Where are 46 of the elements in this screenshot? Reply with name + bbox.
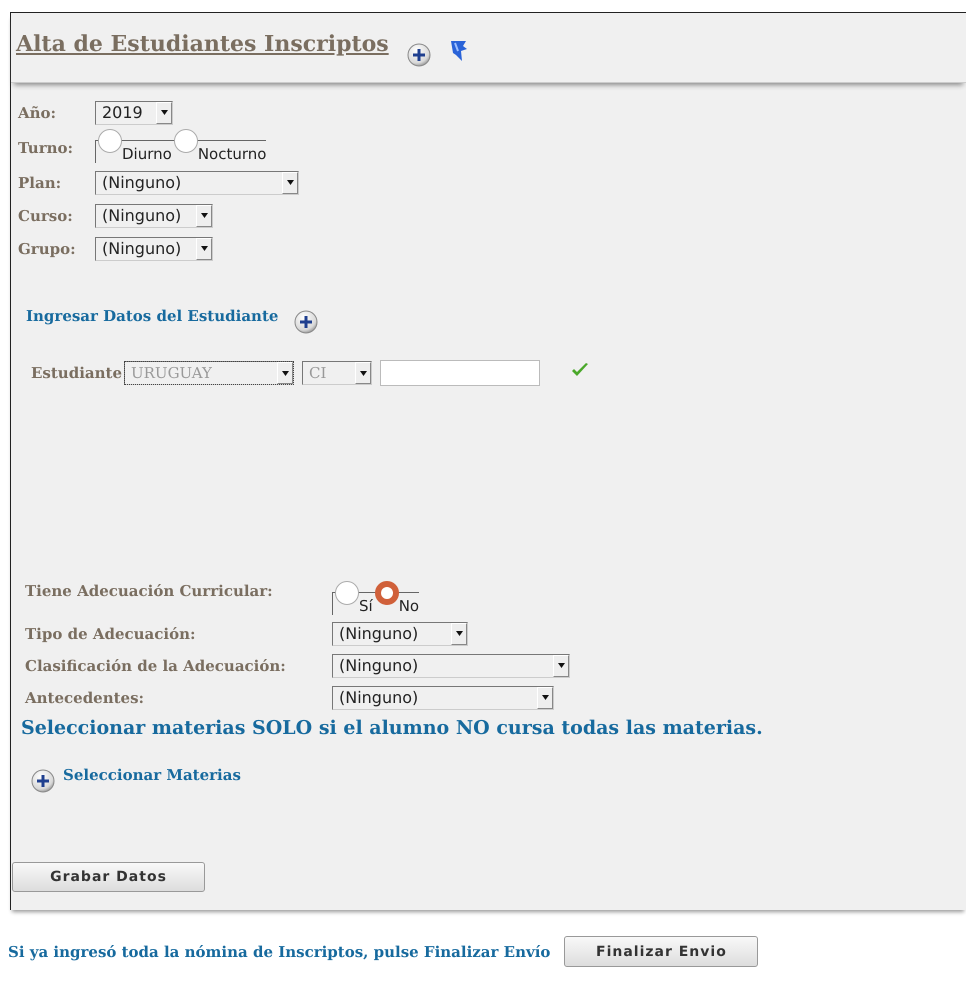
- dropdown-arrow-icon[interactable]: [200, 213, 208, 218]
- field-label: Estudiante: [31, 364, 122, 382]
- field-label: Año:: [18, 104, 58, 122]
- radio-button[interactable]: [174, 129, 198, 153]
- dropdown-arrow-icon[interactable]: [558, 663, 564, 668]
- checkmark-icon[interactable]: [570, 362, 590, 378]
- select-field[interactable]: (Ninguno): [332, 686, 554, 710]
- dropdown-arrow-icon[interactable]: [456, 631, 462, 636]
- notice-text: Seleccionar materias SOLO si el alumno NO cursa todas las materias.: [20, 716, 764, 739]
- dropdown-arrow-icon[interactable]: [160, 110, 168, 115]
- radio-label: Diurno: [122, 145, 172, 163]
- add-icon[interactable]: [31, 769, 55, 793]
- finish-button[interactable]: Finalizar Envio: [564, 936, 758, 967]
- document-number-field[interactable]: [380, 360, 540, 386]
- field-label: Plan:: [18, 174, 62, 192]
- dropdown-arrow-icon[interactable]: [360, 370, 366, 376]
- dropdown-arrow-icon[interactable]: [542, 695, 548, 700]
- field-label: Grupo:: [18, 240, 77, 258]
- dropdown-arrow-icon[interactable]: [200, 246, 208, 251]
- save-button[interactable]: Grabar Datos: [12, 862, 205, 892]
- radio-button[interactable]: [374, 581, 399, 605]
- select-field[interactable]: (Ninguno): [95, 236, 213, 260]
- field-label: Tipo de Adecuación:: [25, 624, 197, 642]
- radio-button[interactable]: [98, 129, 122, 153]
- select-field[interactable]: (Ninguno): [95, 204, 213, 228]
- page-title: Alta de Estudiantes Inscriptos: [16, 31, 389, 57]
- add-icon[interactable]: [294, 310, 318, 334]
- radio-button[interactable]: [335, 581, 359, 605]
- dropdown-arrow-icon[interactable]: [282, 370, 288, 376]
- dropdown-arrow-icon[interactable]: [286, 180, 294, 185]
- field-label: Clasificación de la Adecuación:: [25, 656, 287, 674]
- radio-label: Sí: [359, 597, 373, 615]
- field-label: Tiene Adecuación Curricular:: [25, 582, 274, 600]
- radio-label: No: [398, 597, 420, 615]
- footer-text: Si ya ingresó toda la nómina de Inscriptos, pulse Finalizar Envío: [8, 942, 550, 960]
- select-field[interactable]: (Ninguno): [95, 170, 299, 194]
- section-title: Ingresar Datos del Estudiante: [26, 307, 278, 325]
- radio-label: Nocturno: [198, 145, 266, 163]
- field-label: Antecedentes:: [25, 688, 146, 706]
- select-subjects-link[interactable]: Seleccionar Materias: [63, 766, 241, 784]
- add-icon[interactable]: [406, 43, 431, 67]
- select-field[interactable]: (Ninguno): [332, 622, 468, 646]
- select-field[interactable]: (Ninguno): [332, 654, 570, 678]
- select-field[interactable]: 2019: [95, 100, 173, 124]
- field-label: Turno:: [18, 138, 74, 156]
- field-label: Curso:: [18, 206, 74, 224]
